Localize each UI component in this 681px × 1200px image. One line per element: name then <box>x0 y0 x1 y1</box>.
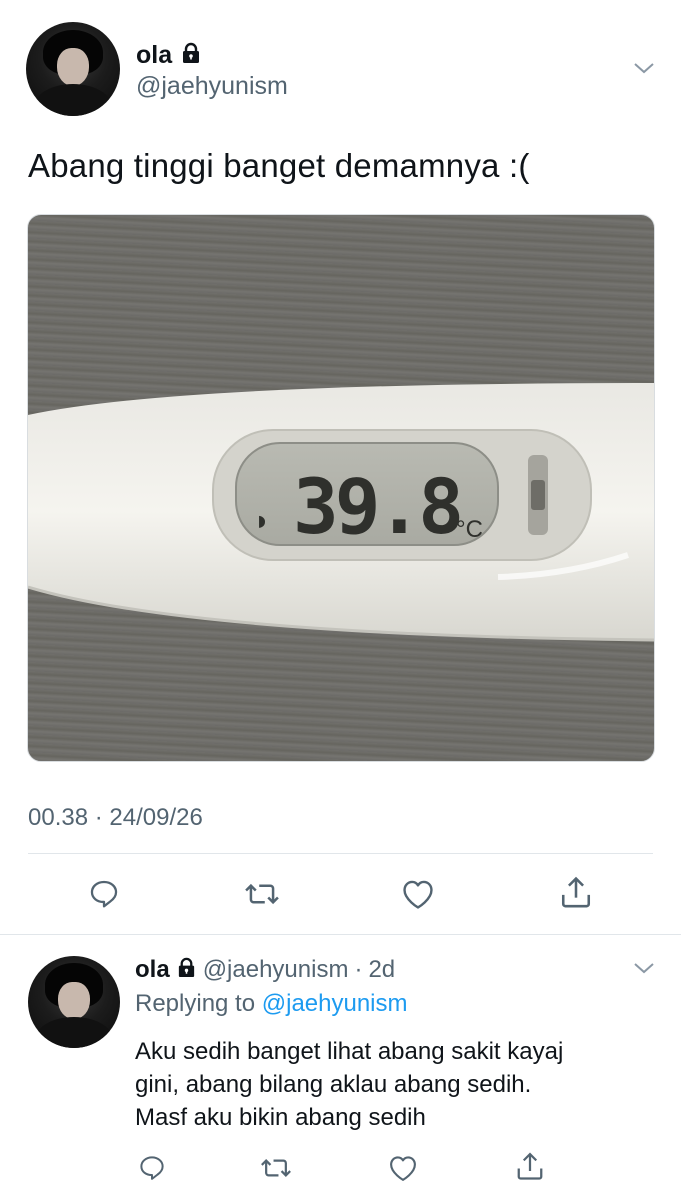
thermometer-reading: 39.8 <box>293 462 460 551</box>
replying-to-label: Replying to <box>135 990 256 1017</box>
reply-reply-icon[interactable] <box>132 1148 172 1188</box>
reply-author-name[interactable]: ola <box>135 956 170 984</box>
reply-share-icon[interactable] <box>510 1146 550 1186</box>
author-name[interactable]: ola <box>136 41 172 70</box>
reply-separator: · <box>354 956 363 983</box>
author-name-row: ola <box>136 40 202 70</box>
replying-to-handle[interactable]: @jaehyunism <box>262 990 408 1017</box>
reply-age[interactable]: 2d <box>368 956 395 984</box>
reply-text-line: gini, abang bilang aklau abang sedih. <box>135 1071 532 1098</box>
share-icon[interactable] <box>556 872 596 912</box>
tweet-text: Abang tinggi banget demamnya :( <box>28 147 530 184</box>
replying-to: Replying to @jaehyunism <box>135 990 408 1018</box>
thermometer-photo: ◗ 39.8 °C <box>28 383 654 642</box>
protected-lock-icon <box>176 957 197 983</box>
reply-icon[interactable] <box>84 874 124 914</box>
retweet-icon[interactable] <box>242 874 282 914</box>
reply-more-options-chevron-icon[interactable] <box>624 948 664 988</box>
tweet-timestamp[interactable]: 00.38 · 24/09/26 <box>28 804 203 832</box>
section-divider <box>0 934 681 935</box>
thermometer-unit: °C <box>456 516 483 543</box>
reply-retweet-icon[interactable] <box>256 1148 296 1188</box>
reply-text-line: Masf aku bikin abang sedih <box>135 1104 426 1131</box>
author-handle[interactable]: @jaehyunism <box>136 72 288 101</box>
reply-avatar[interactable] <box>28 956 120 1048</box>
more-options-chevron-icon[interactable] <box>624 48 664 88</box>
reply-text: Aku sedih banget lihat abang sakit kayaj… <box>135 1035 655 1134</box>
svg-text:◗: ◗ <box>256 508 268 532</box>
author-avatar[interactable] <box>26 22 120 116</box>
like-icon[interactable] <box>398 874 438 914</box>
reply-author-handle[interactable]: @jaehyunism <box>203 956 349 984</box>
divider <box>28 853 653 854</box>
reply-like-icon[interactable] <box>383 1148 423 1188</box>
reply-text-line: Aku sedih banget lihat abang sakit kayaj <box>135 1038 564 1065</box>
tweet-photo[interactable]: ◗ 39.8 °C <box>27 214 655 762</box>
reply-header: ola @jaehyunism · 2d <box>135 954 395 986</box>
protected-lock-icon <box>180 42 202 69</box>
